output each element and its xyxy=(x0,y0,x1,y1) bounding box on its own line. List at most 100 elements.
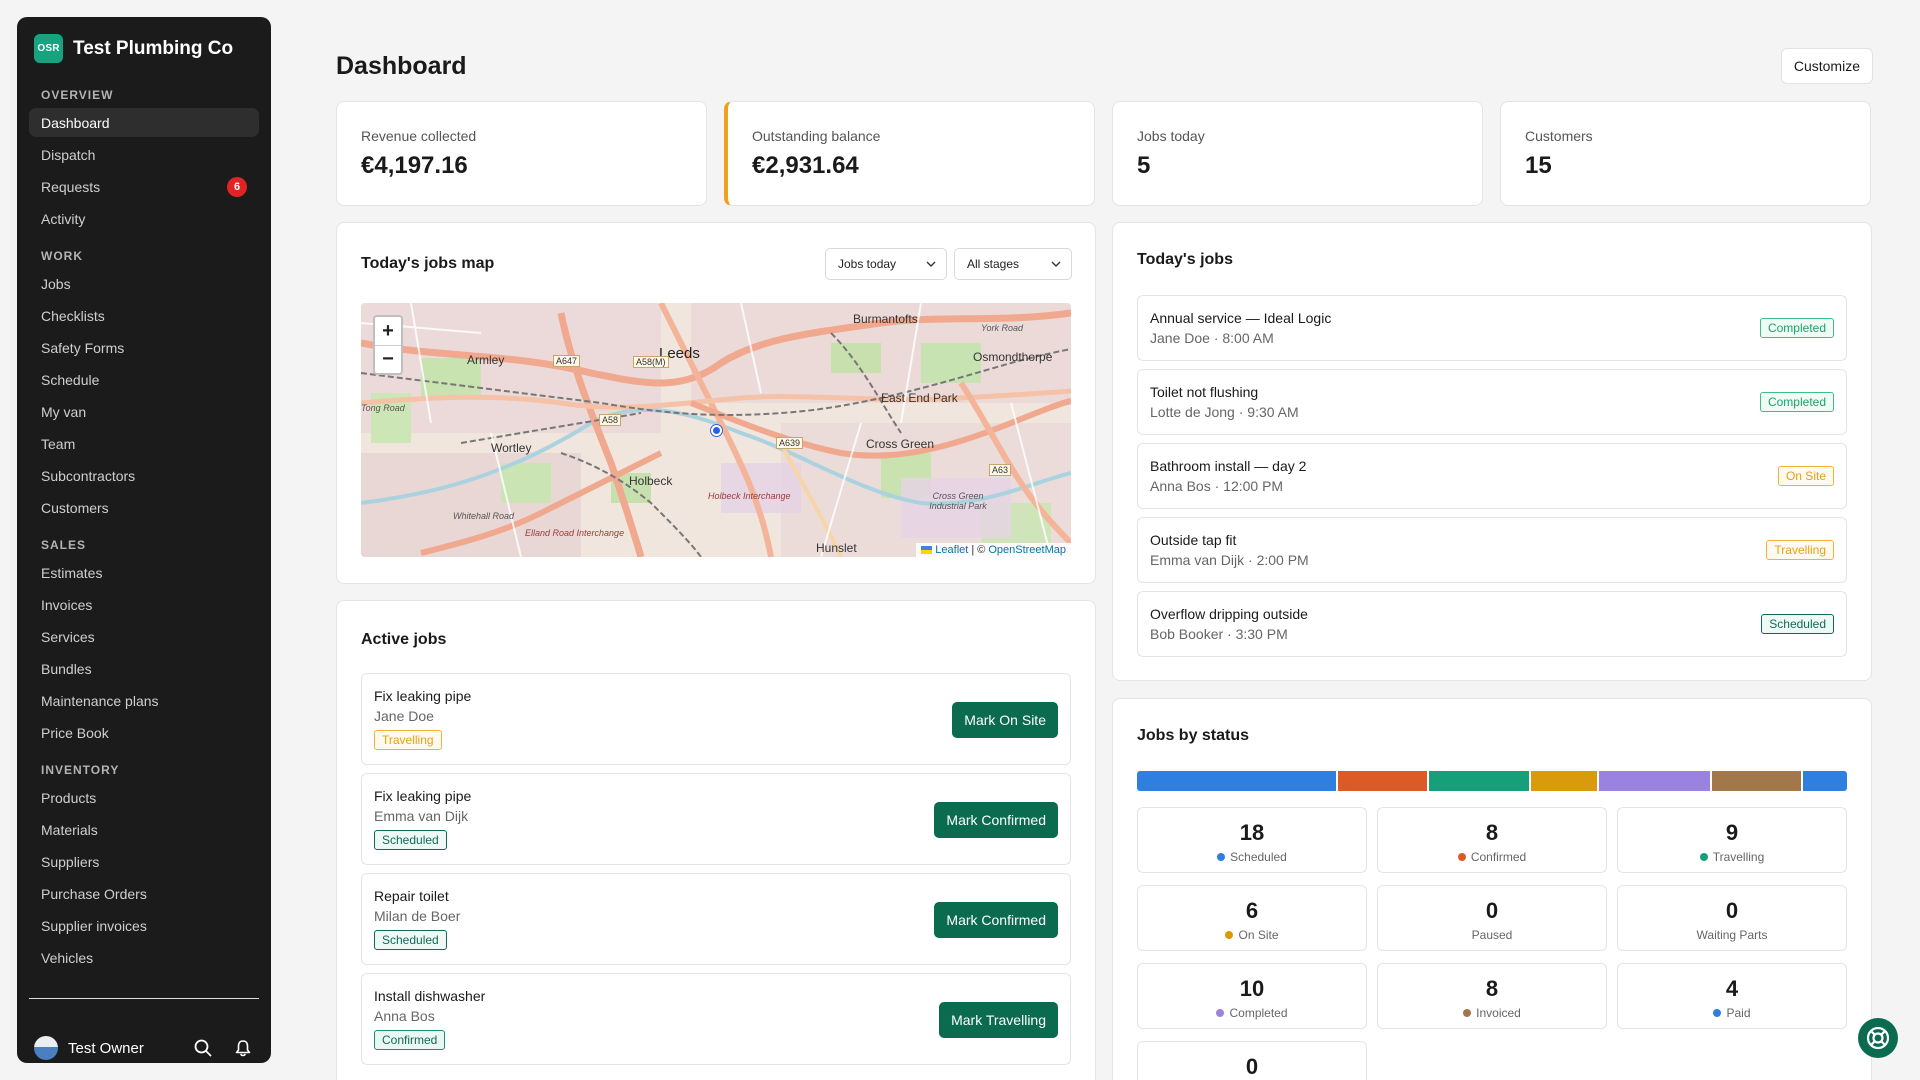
sidebar-item-maintenance-plans[interactable]: Maintenance plans xyxy=(29,686,259,715)
status-tile[interactable]: 4 Paid xyxy=(1617,963,1847,1029)
sidebar-item-purchase-orders[interactable]: Purchase Orders xyxy=(29,879,259,908)
map-label: Holbeck xyxy=(629,474,673,488)
jobs-by-status-panel: Jobs by status 18 Scheduled 8 Confirmed 9 Tra… xyxy=(1112,698,1872,1080)
job-title: Toilet not flushing xyxy=(1150,384,1259,400)
status-tile[interactable]: 0 Paused xyxy=(1377,885,1607,951)
status-tile[interactable]: 0 xyxy=(1137,1041,1367,1080)
sidebar-item-customers[interactable]: Customers xyxy=(29,493,259,522)
job-customer: Milan de Boer xyxy=(374,908,461,924)
status-tile[interactable]: 8 Invoiced xyxy=(1377,963,1607,1029)
date-filter-select[interactable]: Jobs today xyxy=(825,248,947,280)
openstreetmap-link[interactable]: OpenStreetMap xyxy=(988,544,1066,556)
status-tile[interactable]: 10 Completed xyxy=(1137,963,1367,1029)
sidebar-item-estimates[interactable]: Estimates xyxy=(29,558,259,587)
sidebar-item-materials[interactable]: Materials xyxy=(29,815,259,844)
status-label: Invoiced xyxy=(1476,1006,1521,1020)
sidebar-item-my-van[interactable]: My van xyxy=(29,397,259,426)
sidebar-item-invoices[interactable]: Invoices xyxy=(29,590,259,619)
map-road-label: A58 xyxy=(599,414,622,426)
sidebar-item-activity[interactable]: Activity xyxy=(29,204,259,233)
advance-status-button[interactable]: Mark Confirmed xyxy=(934,902,1058,938)
job-map-marker[interactable] xyxy=(711,425,722,436)
todays-job-item[interactable]: Outside tap fit Emma van Dijk · 2:00 PM Tr… xyxy=(1137,517,1847,583)
sidebar-item-bundles[interactable]: Bundles xyxy=(29,654,259,683)
active-job-card[interactable]: Fix leaking pipe Emma van Dijk Scheduled Ma… xyxy=(361,773,1071,865)
todays-jobs-panel: Today's jobs Annual service — Ideal Logi… xyxy=(1112,222,1872,681)
map-label: Holbeck Interchange xyxy=(708,491,791,501)
job-customer-time: Jane Doe · 8:00 AM xyxy=(1150,330,1274,346)
sidebar-item-dispatch[interactable]: Dispatch xyxy=(29,140,259,169)
advance-status-button[interactable]: Mark Travelling xyxy=(939,1002,1058,1038)
nav-section-overview: OVERVIEW xyxy=(41,88,114,102)
status-tile[interactable]: 18 Scheduled xyxy=(1137,807,1367,873)
page-title: Dashboard xyxy=(336,52,467,80)
zoom-in-button[interactable]: + xyxy=(375,317,401,345)
search-icon[interactable] xyxy=(192,1037,214,1059)
brand[interactable]: OSR Test Plumbing Co xyxy=(34,34,233,63)
sidebar-item-suppliers[interactable]: Suppliers xyxy=(29,847,259,876)
sidebar-item-label: Customers xyxy=(41,499,109,516)
select-value: Jobs today xyxy=(838,257,897,271)
status-label: Completed xyxy=(1229,1006,1288,1020)
sidebar-item-price-book[interactable]: Price Book xyxy=(29,718,259,747)
todays-job-item[interactable]: Annual service — Ideal Logic Jane Doe · 8… xyxy=(1137,295,1847,361)
map-label: Armley xyxy=(467,353,505,367)
nav-section-inventory: INVENTORY xyxy=(41,763,120,777)
active-job-card[interactable]: Install dishwasher Anna Bos Confirmed Mark … xyxy=(361,973,1071,1065)
sidebar-item-subcontractors[interactable]: Subcontractors xyxy=(29,461,259,490)
chevron-down-icon xyxy=(926,261,936,267)
sidebar-item-dashboard[interactable]: Dashboard xyxy=(29,108,259,137)
status-tile[interactable]: 8 Confirmed xyxy=(1377,807,1607,873)
sidebar-item-services[interactable]: Services xyxy=(29,622,259,651)
active-job-card[interactable]: Repair toilet Milan de Boer Scheduled Mark … xyxy=(361,873,1071,965)
ukraine-flag-icon xyxy=(921,546,933,554)
stat-value: 5 xyxy=(1137,152,1151,179)
lifebuoy-icon[interactable] xyxy=(1858,1018,1898,1058)
owner-name[interactable]: Test Owner xyxy=(68,1040,174,1057)
sidebar-item-products[interactable]: Products xyxy=(29,783,259,812)
advance-status-button[interactable]: Mark Confirmed xyxy=(934,802,1058,838)
stat-card-outstanding: Outstanding balance €2,931.64 xyxy=(724,101,1095,206)
sidebar-item-label: Dispatch xyxy=(41,146,96,163)
stage-filter-select[interactable]: All stages xyxy=(954,248,1072,280)
sidebar-item-team[interactable]: Team xyxy=(29,429,259,458)
status-label-row: Completed xyxy=(1138,1006,1366,1020)
sidebar-item-checklists[interactable]: Checklists xyxy=(29,301,259,330)
job-customer: Emma van Dijk xyxy=(374,808,469,824)
active-job-card[interactable]: Fix leaking pipe Jane Doe Travelling Mark O… xyxy=(361,673,1071,765)
sidebar-item-schedule[interactable]: Schedule xyxy=(29,365,259,394)
select-value: All stages xyxy=(967,257,1020,271)
bell-icon[interactable] xyxy=(232,1037,254,1059)
status-count: 9 xyxy=(1725,820,1739,845)
avatar[interactable] xyxy=(34,1036,58,1060)
sidebar-item-supplier-invoices[interactable]: Supplier invoices xyxy=(29,911,259,940)
sidebar-item-vehicles[interactable]: Vehicles xyxy=(29,943,259,972)
map-attribution: Leaflet | © OpenStreetMap xyxy=(916,543,1071,557)
stat-label: Jobs today xyxy=(1137,128,1205,144)
status-badge: Scheduled xyxy=(374,930,447,950)
advance-status-button[interactable]: Mark On Site xyxy=(952,702,1058,738)
sidebar-item-label: Subcontractors xyxy=(41,467,136,484)
map-label: East End Park xyxy=(881,391,958,405)
zoom-out-button[interactable]: − xyxy=(375,345,401,373)
zoom-control: + − xyxy=(373,315,403,375)
sidebar-item-requests[interactable]: Requests 6 xyxy=(29,172,259,201)
map-road-label: A647 xyxy=(553,355,581,367)
status-tile[interactable]: 9 Travelling xyxy=(1617,807,1847,873)
todays-job-item[interactable]: Toilet not flushing Lotte de Jong · 9:30 … xyxy=(1137,369,1847,435)
leaflet-link[interactable]: Leaflet xyxy=(935,544,968,556)
todays-job-item[interactable]: Bathroom install — day 2 Anna Bos · 12:00… xyxy=(1137,443,1847,509)
customize-button[interactable]: Customize xyxy=(1780,48,1873,84)
sidebar: OSR Test Plumbing Co OVERVIEW Dashboard D… xyxy=(17,17,271,1063)
sidebar-item-label: Purchase Orders xyxy=(41,885,147,902)
status-tile[interactable]: 6 On Site xyxy=(1137,885,1367,951)
sidebar-item-jobs[interactable]: Jobs xyxy=(29,269,259,298)
sidebar-item-label: Estimates xyxy=(41,564,103,581)
todays-job-item[interactable]: Overflow dripping outside Bob Booker · 3:… xyxy=(1137,591,1847,657)
sidebar-item-safety-forms[interactable]: Safety Forms xyxy=(29,333,259,362)
job-customer-time: Bob Booker · 3:30 PM xyxy=(1150,626,1288,642)
map-label: Whitehall Road xyxy=(453,511,515,521)
jobs-map[interactable]: Leeds Armley Burmantofts Osmondthorpe Ea… xyxy=(361,303,1071,557)
status-tile[interactable]: 0 Waiting Parts xyxy=(1617,885,1847,951)
status-bar-segment xyxy=(1599,771,1711,791)
